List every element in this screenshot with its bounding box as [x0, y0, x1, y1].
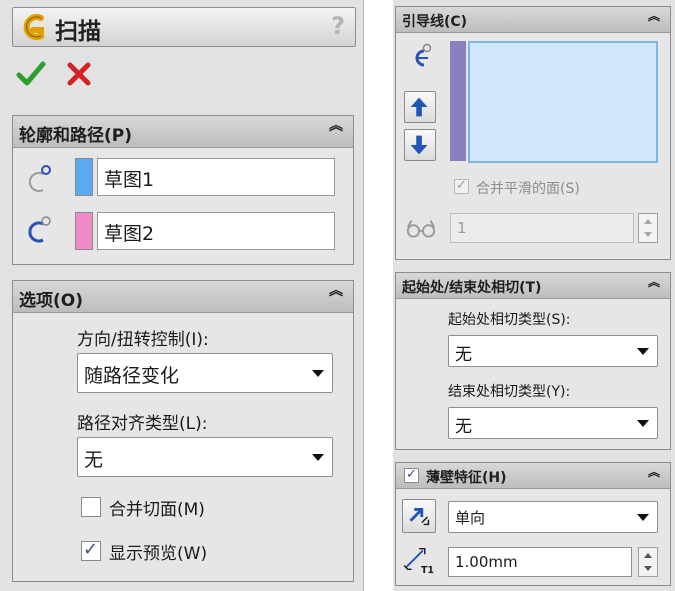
arrow-down-icon [410, 135, 428, 155]
path-color-swatch [75, 212, 93, 250]
chevron-down-icon [644, 232, 652, 237]
tangency-group: 起始处/结束处相切(T) ︽ 起始处相切类型(S): 无 结束处相切类型(Y):… [395, 272, 671, 450]
collapse-chevron-icon[interactable]: ︽ [648, 466, 660, 478]
thickness-stepper[interactable] [638, 547, 658, 577]
path-icon [28, 216, 51, 243]
guide-color-bar [450, 41, 466, 161]
chevron-down-icon [637, 420, 649, 427]
guide-curves-group: 引导线(C) ︽ ✓ 合并平滑的面(S) 1 [395, 6, 671, 260]
cancel-x-icon[interactable] [66, 60, 92, 88]
chevron-up-icon [644, 553, 652, 558]
checkmark-icon: ✓ [83, 539, 99, 560]
chevron-down-icon [637, 348, 649, 355]
path-selection-field[interactable]: 草图2 [97, 212, 335, 250]
profile-color-swatch [75, 158, 93, 196]
thin-feature-group: ✓ 薄壁特征(H) ︽ 单向 T1 1.00mm [395, 462, 671, 586]
guide-count-spinner[interactable]: 1 [450, 213, 634, 243]
show-preview-checkbox[interactable]: ✓ [81, 539, 101, 561]
guide-curves-header[interactable]: 引导线(C) ︽ [396, 7, 670, 33]
move-down-button[interactable] [404, 129, 436, 161]
guide-curve-icon [415, 43, 432, 67]
svg-text:T1: T1 [421, 565, 434, 575]
reverse-direction-button[interactable] [402, 499, 436, 533]
thickness-t1-icon: T1 [403, 547, 434, 575]
end-tangency-label: 结束处相切类型(Y): [448, 384, 571, 400]
arrow-up-icon [410, 97, 428, 117]
thin-feature-header[interactable]: ✓ 薄壁特征(H) ︽ [396, 463, 670, 489]
start-tangency-dropdown[interactable]: 无 [448, 335, 658, 367]
profile-icon [28, 165, 51, 192]
merge-tangent-label: 合并切面(M) [109, 500, 205, 520]
help-icon[interactable]: ? [331, 12, 345, 40]
move-up-button[interactable] [404, 91, 436, 123]
profile-path-header[interactable]: 轮廓和路径(P) ︽ [13, 116, 353, 148]
profile-selection-field[interactable]: 草图1 [97, 158, 335, 196]
guide-curves-listbox[interactable] [468, 41, 658, 163]
sweep-feature-icon [23, 14, 44, 40]
chevron-down-icon [312, 454, 324, 461]
options-group: 选项(O) ︽ 方向/扭转控制(I): 随路径变化 路径对齐类型(L): 无 合… [12, 280, 354, 582]
reverse-direction-icon [409, 508, 430, 526]
merge-smooth-label: 合并平滑的面(S) [476, 181, 580, 197]
thin-direction-dropdown[interactable]: 单向 [448, 501, 658, 533]
property-manager-right: 引导线(C) ︽ ✓ 合并平滑的面(S) 1 起始处/结束处相切(T) ︽ 起始… [393, 0, 675, 591]
show-preview-label: 显示预览(W) [109, 544, 208, 564]
tangency-header[interactable]: 起始处/结束处相切(T) ︽ [396, 273, 670, 299]
orientation-dropdown[interactable]: 随路径变化 [77, 353, 333, 393]
checkmark-icon: ✓ [406, 467, 417, 482]
end-tangency-dropdown[interactable]: 无 [448, 407, 658, 439]
thickness-input[interactable]: 1.00mm [448, 547, 632, 577]
checkmark-icon: ✓ [456, 178, 467, 193]
feature-title-bar: 扫描 ? [12, 7, 356, 47]
merge-smooth-checkbox[interactable]: ✓ [454, 178, 469, 194]
chevron-down-icon [637, 514, 649, 521]
merge-tangent-checkbox[interactable] [81, 497, 101, 517]
alignment-label: 路径对齐类型(L): [77, 414, 208, 434]
start-tangency-label: 起始处相切类型(S): [448, 312, 571, 328]
thin-feature-checkbox[interactable]: ✓ [404, 467, 419, 483]
glasses-icon [406, 220, 436, 238]
guide-count-stepper[interactable] [638, 213, 658, 243]
ok-checkmark-icon[interactable] [16, 60, 46, 88]
collapse-chevron-icon[interactable]: ︽ [648, 10, 660, 22]
property-manager-left: 扫描 ? 轮廓和路径(P) ︽ 草图1 草图2 选项(O) ︽ 方向/扭转控制(… [0, 0, 364, 591]
chevron-up-icon [644, 219, 652, 224]
chevron-down-icon [644, 566, 652, 571]
orientation-label: 方向/扭转控制(I): [77, 330, 209, 350]
collapse-chevron-icon[interactable]: ︽ [329, 119, 343, 133]
alignment-dropdown[interactable]: 无 [77, 437, 333, 477]
feature-title: 扫描 [55, 19, 101, 45]
chevron-down-icon [312, 370, 324, 377]
collapse-chevron-icon[interactable]: ︽ [329, 284, 343, 298]
profile-path-group: 轮廓和路径(P) ︽ 草图1 草图2 [12, 115, 354, 265]
collapse-chevron-icon[interactable]: ︽ [648, 276, 660, 288]
options-header[interactable]: 选项(O) ︽ [13, 281, 353, 313]
